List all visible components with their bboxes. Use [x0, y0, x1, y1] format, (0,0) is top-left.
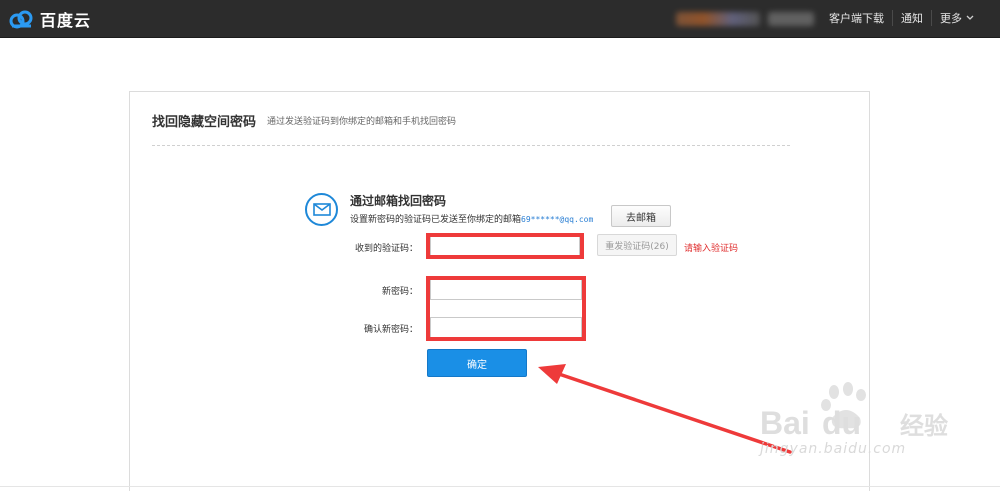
watermark-url: jingyan.baidu.com: [760, 441, 907, 457]
watermark-suffix: 经验: [900, 412, 948, 440]
watermark-brand: Bai: [760, 405, 810, 441]
svg-text:du: du: [822, 405, 861, 441]
bottom-border: [0, 486, 1000, 487]
